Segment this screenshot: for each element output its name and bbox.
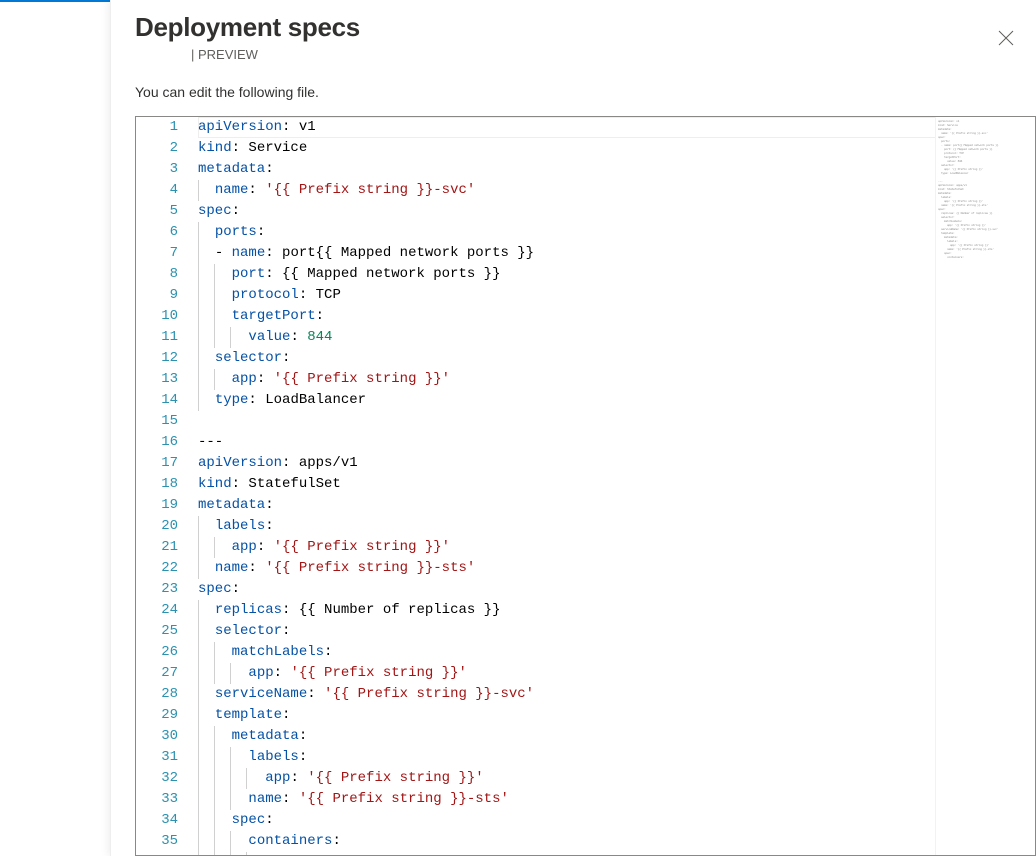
code-line[interactable]	[198, 852, 1035, 855]
code-line[interactable]: app: '{{ Prefix string }}'	[198, 537, 1035, 558]
line-number: 25	[136, 621, 178, 642]
line-number: 35	[136, 831, 178, 852]
code-line[interactable]: app: '{{ Prefix string }}'	[198, 663, 1035, 684]
line-number: 12	[136, 348, 178, 369]
line-number: 17	[136, 453, 178, 474]
code-line[interactable]: spec:	[198, 201, 1035, 222]
line-number: 29	[136, 705, 178, 726]
code-editor[interactable]: 1234567891011121314151617181920212223242…	[135, 116, 1036, 856]
code-line[interactable]: type: LoadBalancer	[198, 390, 1035, 411]
line-number: 23	[136, 579, 178, 600]
code-line[interactable]: spec:	[198, 810, 1035, 831]
line-number: 9	[136, 285, 178, 306]
line-number: 24	[136, 600, 178, 621]
line-number: 30	[136, 726, 178, 747]
code-line[interactable]: name: '{{ Prefix string }}-sts'	[198, 558, 1035, 579]
line-number: 2	[136, 138, 178, 159]
line-number: 22	[136, 558, 178, 579]
line-number: 4	[136, 180, 178, 201]
code-line[interactable]: labels:	[198, 747, 1035, 768]
line-number: 16	[136, 432, 178, 453]
code-line[interactable]: selector:	[198, 348, 1035, 369]
line-number: 14	[136, 390, 178, 411]
code-line[interactable]	[198, 411, 1035, 432]
line-number: 8	[136, 264, 178, 285]
line-number: 31	[136, 747, 178, 768]
code-line[interactable]: matchLabels:	[198, 642, 1035, 663]
code-line[interactable]: metadata:	[198, 495, 1035, 516]
code-content[interactable]: apiVersion: v1kind: Servicemetadata: nam…	[188, 117, 1035, 855]
deployment-specs-panel: Deployment specs | PREVIEW You can edit …	[110, 0, 1036, 856]
code-line[interactable]: selector:	[198, 621, 1035, 642]
line-number: 19	[136, 495, 178, 516]
code-line[interactable]: ---	[198, 432, 1035, 453]
code-line[interactable]: - name: port{{ Mapped network ports }}	[198, 243, 1035, 264]
code-line[interactable]: targetPort:	[198, 306, 1035, 327]
code-line[interactable]: spec:	[198, 579, 1035, 600]
line-number: 10	[136, 306, 178, 327]
close-icon	[998, 30, 1014, 46]
code-line[interactable]: serviceName: '{{ Prefix string }}-svc'	[198, 684, 1035, 705]
code-line[interactable]: name: '{{ Prefix string }}-svc'	[198, 180, 1035, 201]
line-number: 26	[136, 642, 178, 663]
line-number: 36	[136, 852, 178, 855]
line-number: 3	[136, 159, 178, 180]
code-line[interactable]: ports:	[198, 222, 1035, 243]
line-number: 27	[136, 663, 178, 684]
code-line[interactable]: protocol: TCP	[198, 285, 1035, 306]
panel-title: Deployment specs	[135, 12, 1012, 43]
code-line[interactable]: app: '{{ Prefix string }}'	[198, 369, 1035, 390]
code-line[interactable]: labels:	[198, 516, 1035, 537]
line-number: 32	[136, 768, 178, 789]
panel-header: Deployment specs | PREVIEW	[111, 0, 1036, 66]
line-number: 7	[136, 243, 178, 264]
code-line[interactable]: kind: Service	[198, 138, 1035, 159]
line-number: 13	[136, 369, 178, 390]
code-line[interactable]: port: {{ Mapped network ports }}	[198, 264, 1035, 285]
line-number: 18	[136, 474, 178, 495]
line-number-gutter: 1234567891011121314151617181920212223242…	[136, 117, 188, 855]
code-line[interactable]: metadata:	[198, 726, 1035, 747]
code-line[interactable]: containers:	[198, 831, 1035, 852]
code-line[interactable]: app: '{{ Prefix string }}'	[198, 768, 1035, 789]
code-minimap[interactable]: apiVersion: v1 kind: Service metadata: n…	[935, 117, 1035, 855]
code-line[interactable]: apiVersion: v1	[198, 117, 1035, 138]
panel-description: You can edit the following file.	[111, 66, 1036, 108]
panel-breadcrumb: | PREVIEW	[191, 47, 1012, 62]
line-number: 33	[136, 789, 178, 810]
code-line[interactable]: apiVersion: apps/v1	[198, 453, 1035, 474]
code-line[interactable]: metadata:	[198, 159, 1035, 180]
code-line[interactable]: template:	[198, 705, 1035, 726]
line-number: 6	[136, 222, 178, 243]
code-line[interactable]: replicas: {{ Number of replicas }}	[198, 600, 1035, 621]
line-number: 28	[136, 684, 178, 705]
line-number: 20	[136, 516, 178, 537]
close-button[interactable]	[990, 22, 1022, 54]
line-number: 15	[136, 411, 178, 432]
line-number: 11	[136, 327, 178, 348]
line-number: 5	[136, 201, 178, 222]
line-number: 1	[136, 117, 178, 138]
code-line[interactable]: kind: StatefulSet	[198, 474, 1035, 495]
line-number: 21	[136, 537, 178, 558]
code-line[interactable]: name: '{{ Prefix string }}-sts'	[198, 789, 1035, 810]
code-line[interactable]: value: 844	[198, 327, 1035, 348]
line-number: 34	[136, 810, 178, 831]
